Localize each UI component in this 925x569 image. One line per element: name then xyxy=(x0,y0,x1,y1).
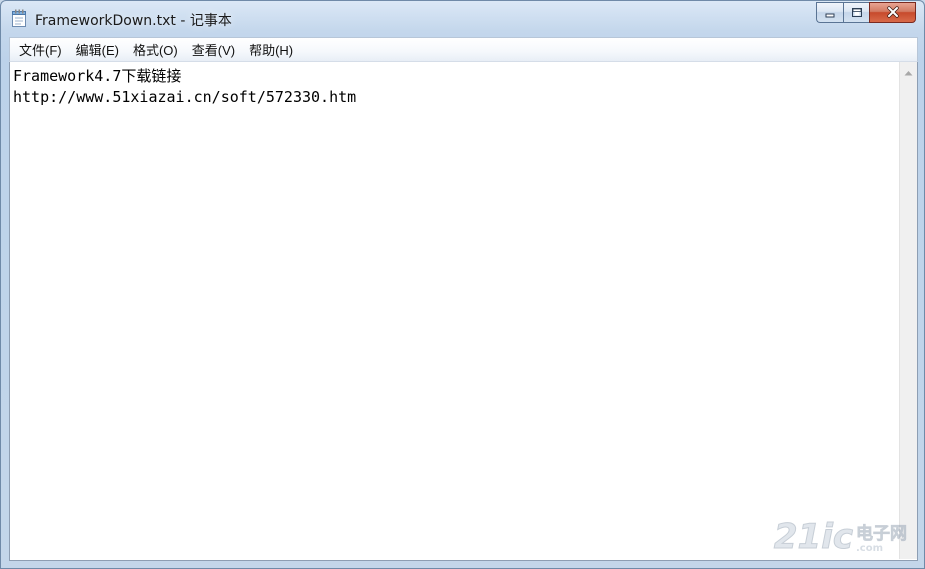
notepad-window: FrameworkDown.txt - 记事本 文件(F) 编辑(E) 格式(O… xyxy=(0,0,925,569)
watermark-brand: 21ic xyxy=(773,517,853,557)
editor-area: Framework4.7下载链接 http://www.51xiazai.cn/s… xyxy=(9,62,918,561)
watermark-domain: .com xyxy=(856,543,884,554)
close-button[interactable] xyxy=(869,2,916,23)
vertical-scrollbar[interactable] xyxy=(899,62,917,559)
menu-format[interactable]: 格式(O) xyxy=(126,38,185,61)
minimize-icon xyxy=(824,3,836,22)
menu-help[interactable]: 帮助(H) xyxy=(242,38,300,61)
menu-bar: 文件(F) 编辑(E) 格式(O) 查看(V) 帮助(H) xyxy=(9,37,918,62)
menu-edit[interactable]: 编辑(E) xyxy=(69,38,126,61)
caption-buttons xyxy=(816,2,916,23)
menu-view[interactable]: 查看(V) xyxy=(185,38,242,61)
notepad-icon[interactable] xyxy=(11,9,27,27)
minimize-button[interactable] xyxy=(816,2,843,23)
scroll-up-button[interactable] xyxy=(900,62,917,79)
close-icon xyxy=(886,3,900,22)
text-editor[interactable]: Framework4.7下载链接 http://www.51xiazai.cn/s… xyxy=(10,62,894,559)
scroll-up-arrow-icon xyxy=(904,61,913,80)
watermark-logo: 21ic 电子网 .com xyxy=(773,517,908,557)
window-title: FrameworkDown.txt - 记事本 xyxy=(35,13,232,29)
text-line: Framework4.7下载链接 xyxy=(13,67,182,85)
menu-file[interactable]: 文件(F) xyxy=(12,38,69,61)
maximize-button[interactable] xyxy=(843,2,869,23)
maximize-icon xyxy=(851,3,863,22)
text-line: http://www.51xiazai.cn/soft/572330.htm xyxy=(13,88,357,106)
watermark-suffix: 电子网 .com xyxy=(856,524,908,554)
title-bar[interactable]: FrameworkDown.txt - 记事本 xyxy=(1,1,924,35)
watermark-cn: 电子网 xyxy=(856,524,908,544)
